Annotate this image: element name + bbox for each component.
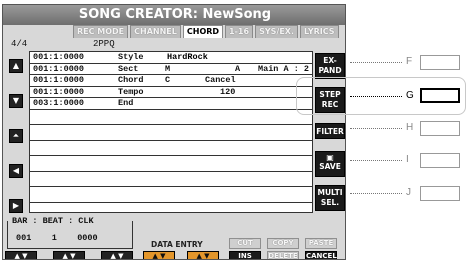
filter-button[interactable]: FILTER [315, 123, 345, 139]
event-value-3: Main A : 2 [258, 63, 310, 74]
data-entry-up-down-button-2[interactable]: ▲ ▼ [187, 251, 219, 259]
event-time: 003:1:0000 [33, 98, 85, 108]
button-a-up-icon[interactable]: ▲ [9, 59, 23, 73]
callout-line-j [350, 193, 402, 194]
save-label: SAVE [319, 162, 341, 171]
event-type: Tempo [118, 86, 144, 97]
tab-rec-mode[interactable]: REC MODE [73, 25, 129, 38]
bar-beat-clock-values: 001 1 0000 [16, 233, 98, 243]
tab-1-16[interactable]: 1-16 [225, 25, 254, 38]
list-item[interactable] [30, 110, 312, 125]
tab-sysex[interactable]: SYS/EX. [255, 25, 298, 38]
button-c-top-icon[interactable]: ⏶ [9, 129, 23, 143]
tab-chord[interactable]: CHORD [182, 25, 224, 38]
event-row[interactable]: 001:1:0000 Style HardRock [30, 52, 312, 64]
list-item[interactable] [30, 141, 312, 156]
event-row[interactable]: 001:1:0000 Sect M A Main A : 2 [30, 63, 312, 75]
bar-beat-clock-display: BAR : BEAT : CLK 001 1 0000 [7, 216, 133, 249]
page-title: SONG CREATOR: NewSong [3, 5, 345, 25]
event-value-2: Cancel [205, 75, 236, 85]
event-value-2: 120 [220, 86, 236, 97]
copy-button[interactable]: COPY [267, 238, 299, 249]
callout-box-f [420, 55, 460, 70]
bar-up-down-button[interactable]: ▲ ▼ [5, 251, 37, 259]
data-entry-up-down-button[interactable]: ▲ ▼ [143, 251, 175, 259]
callout-letter-g: G [406, 90, 414, 101]
list-item[interactable] [30, 156, 312, 172]
event-row[interactable]: 003:1:0000 End [30, 98, 312, 110]
callout-letter-j: J [406, 187, 411, 198]
button-d-left-icon[interactable]: ◀ [9, 164, 23, 178]
tab-channel[interactable]: CHANNEL [130, 25, 181, 38]
list-item[interactable] [30, 125, 312, 141]
event-row[interactable]: 001:1:0000 Tempo 120 [30, 86, 312, 98]
callout-letter-h: H [406, 122, 414, 133]
list-item[interactable] [30, 172, 312, 187]
multi-select-button[interactable]: MULTI SEL. [315, 185, 345, 211]
floppy-disk-icon: ▣ [326, 153, 334, 162]
event-list[interactable]: 001:1:0000 Style HardRock 001:1:0000 Sec… [29, 51, 313, 213]
callout-box-g [420, 88, 460, 103]
cancel-button[interactable]: CANCEL [305, 251, 337, 259]
tab-bar: REC MODE CHANNEL CHORD 1-16 SYS/EX. LYRI… [73, 25, 341, 38]
ppq-resolution: 2PPQ [93, 39, 115, 49]
beat-up-down-button[interactable]: ▲ ▼ [53, 251, 85, 259]
callout-box-j [420, 186, 460, 201]
callout-line-h [350, 128, 402, 129]
cut-button[interactable]: CUT [229, 238, 261, 249]
callout-box-h [420, 121, 460, 136]
time-signature: 4/4 [11, 39, 28, 49]
clock-up-down-button[interactable]: ▲ ▼ [101, 251, 133, 259]
expand-button[interactable]: EX- PAND [315, 53, 345, 79]
button-b-down-icon[interactable]: ▼ [9, 94, 23, 108]
callout-line-f [350, 62, 402, 63]
data-entry-label: DATA ENTRY [151, 240, 203, 249]
event-time: 001:1:0000 [33, 86, 85, 97]
event-type: End [118, 98, 134, 108]
song-creator-screen: SONG CREATOR: NewSong REC MODE CHANNEL C… [2, 4, 346, 260]
event-row[interactable]: 001:1:0000 Chord C Cancel [30, 75, 312, 87]
event-value-1: HardRock [165, 52, 210, 63]
left-button-column: ▲ ▼ ⏶ ◀ ▶ [9, 57, 25, 213]
event-value-2: A [235, 63, 241, 74]
event-time: 001:1:0000 [33, 52, 85, 62]
callout-line-g [350, 96, 402, 97]
event-type: Sect [118, 63, 139, 74]
event-value-1: M [165, 63, 171, 74]
paste-button[interactable]: PASTE [305, 238, 337, 249]
callout-box-i [420, 153, 460, 168]
callout-letter-i: I [406, 154, 409, 165]
button-e-right-icon[interactable]: ▶ [9, 199, 23, 213]
insert-button[interactable]: INS [229, 251, 261, 259]
tab-lyrics[interactable]: LYRICS [300, 25, 339, 38]
event-type: Style [118, 52, 144, 62]
event-time: 001:1:0000 [33, 63, 85, 74]
bar-beat-clock-label: BAR : BEAT : CLK [10, 216, 96, 226]
callout-line-i [350, 160, 402, 161]
event-value-1: C [165, 75, 171, 85]
event-type: Chord [118, 75, 144, 85]
delete-button[interactable]: DELETE [267, 251, 299, 259]
callout-letter-f: F [406, 56, 413, 67]
save-button[interactable]: ▣ SAVE [315, 151, 345, 177]
list-item[interactable] [30, 187, 312, 203]
event-time: 001:1:0000 [33, 75, 85, 85]
